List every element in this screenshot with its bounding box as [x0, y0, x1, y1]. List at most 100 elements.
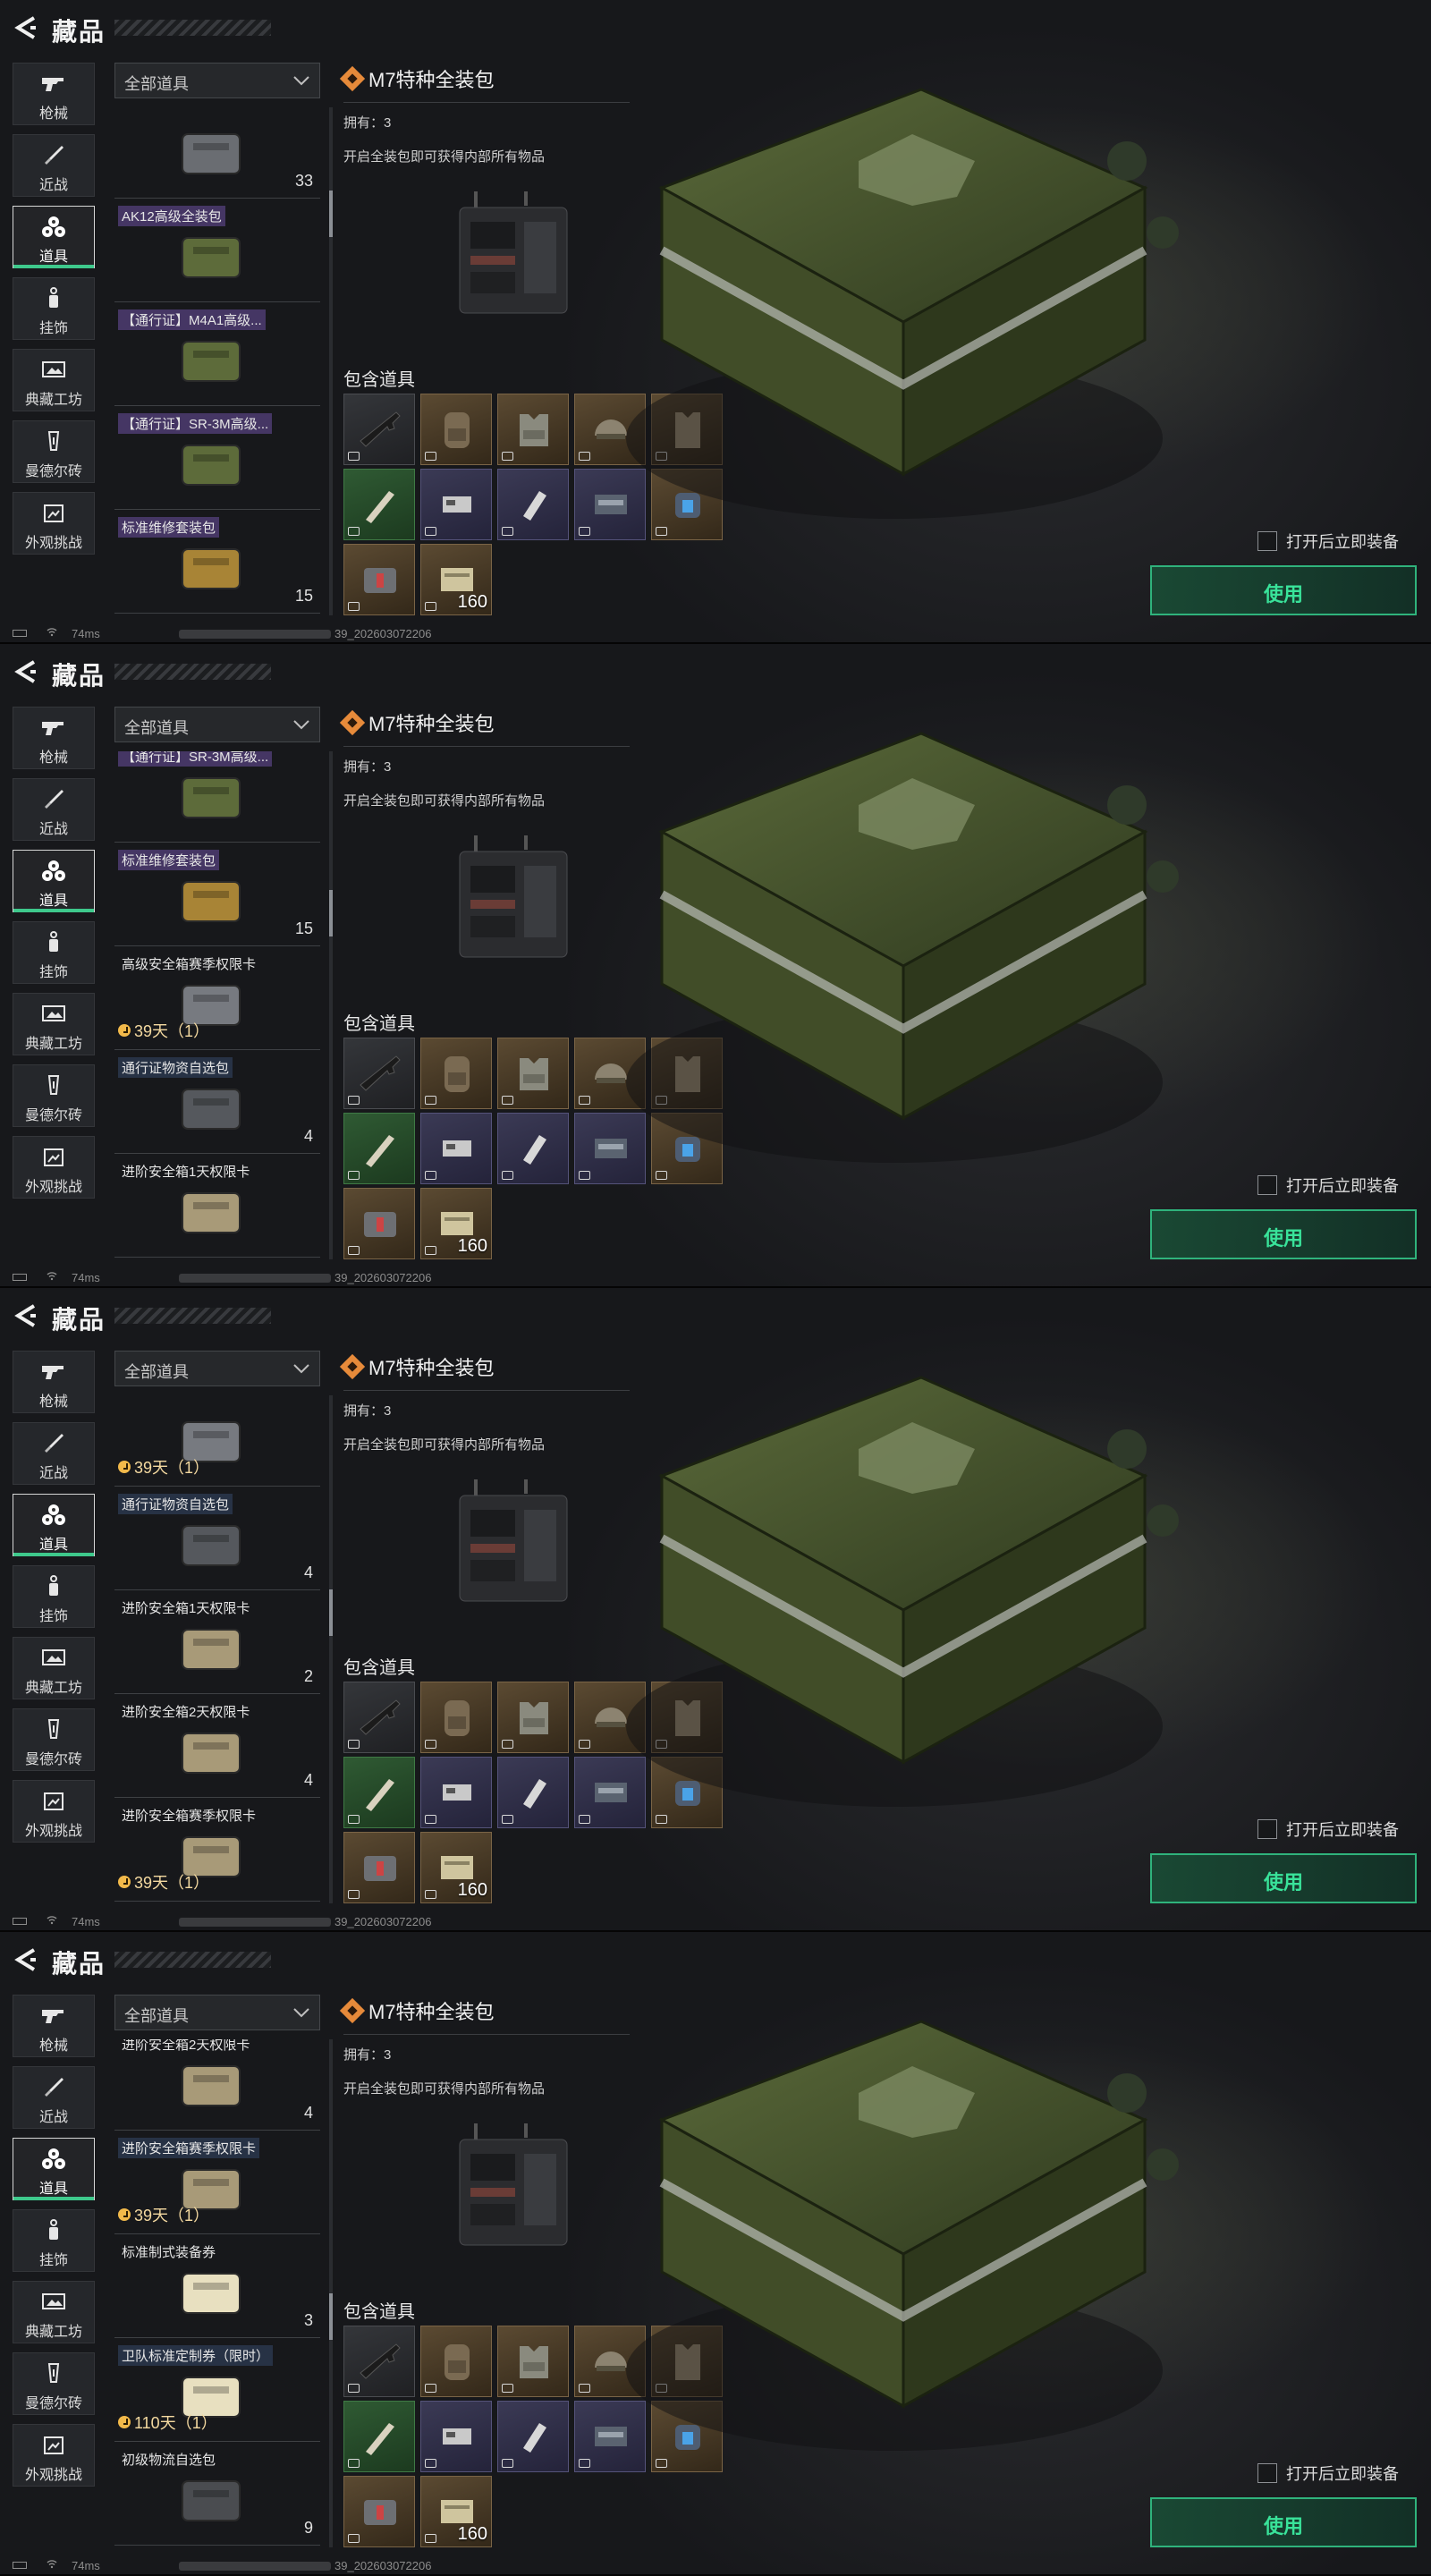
- item-list[interactable]: 【通行证】SR-3M高级... 标准维修套装包 15 高级安全箱赛季权限卡 39天…: [114, 751, 320, 1259]
- content-item-medkit[interactable]: [343, 1188, 415, 1259]
- list-item[interactable]: 进阶安全箱1天权限卡: [114, 1157, 320, 1258]
- list-item[interactable]: 初级物流自选包 9: [114, 2445, 320, 2546]
- category-tab-7[interactable]: 外观挑战: [13, 2424, 95, 2487]
- category-tab-1[interactable]: 枪械: [13, 1995, 95, 2057]
- content-item-chest-rig[interactable]: [497, 1038, 569, 1109]
- back-button[interactable]: [13, 1945, 43, 1975]
- content-item-ammo[interactable]: 160: [420, 1188, 492, 1259]
- content-item-medkit[interactable]: [343, 1832, 415, 1903]
- content-item-syringe[interactable]: [343, 2401, 415, 2472]
- list-item[interactable]: 通行证物资自选包 4: [114, 1490, 320, 1590]
- use-button[interactable]: 使用: [1150, 565, 1417, 615]
- item-list-scrollbar[interactable]: [329, 751, 333, 1259]
- category-tab-7[interactable]: 外观挑战: [13, 1136, 95, 1199]
- list-item[interactable]: 进阶安全箱1天权限卡 2: [114, 1594, 320, 1694]
- content-item-chest-rig[interactable]: [497, 2326, 569, 2397]
- auto-equip-checkbox[interactable]: [1257, 1819, 1277, 1839]
- category-tab-7[interactable]: 外观挑战: [13, 1780, 95, 1843]
- category-tab-6[interactable]: 曼德尔砖: [13, 2352, 95, 2415]
- content-item-ammo-box[interactable]: [420, 1757, 492, 1828]
- list-item[interactable]: 高级安全箱赛季权限卡 39天（1）: [114, 950, 320, 1050]
- content-item-ammo-box[interactable]: [420, 2401, 492, 2472]
- list-item[interactable]: 进阶安全箱2天权限卡 4: [114, 1698, 320, 1798]
- category-tab-5[interactable]: 典藏工坊: [13, 993, 95, 1055]
- item-list[interactable]: 进阶安全箱2天权限卡 4 进阶安全箱赛季权限卡 39天（1） 标准制式装备券 3 卫队…: [114, 2039, 320, 2547]
- content-item-bandage[interactable]: [497, 2401, 569, 2472]
- list-item[interactable]: 进阶安全箱赛季权限卡 39天（1）: [114, 2134, 320, 2234]
- item-filter-dropdown[interactable]: 全部道具: [114, 707, 320, 742]
- list-item[interactable]: 进阶安全箱2天权限卡 4: [114, 2039, 320, 2131]
- category-tab-3[interactable]: 道具: [13, 850, 95, 912]
- content-item-ammo[interactable]: 160: [420, 544, 492, 615]
- category-tab-3[interactable]: 道具: [13, 206, 95, 268]
- content-item-ammo-box[interactable]: [420, 1113, 492, 1184]
- content-item-chest-rig[interactable]: [497, 394, 569, 465]
- content-item-backpack[interactable]: [420, 1682, 492, 1753]
- auto-equip-checkbox[interactable]: [1257, 2463, 1277, 2483]
- back-button[interactable]: [13, 1301, 43, 1331]
- content-item-rifle[interactable]: [343, 1682, 415, 1753]
- item-filter-dropdown[interactable]: 全部道具: [114, 63, 320, 98]
- list-item[interactable]: 标准维修套装包 15: [114, 513, 320, 614]
- list-item[interactable]: 进阶安全箱赛季权限卡 39天（1）: [114, 1801, 320, 1902]
- category-tab-4[interactable]: 挂饰: [13, 2209, 95, 2272]
- category-tab-4[interactable]: 挂饰: [13, 1565, 95, 1628]
- category-tab-1[interactable]: 枪械: [13, 707, 95, 769]
- category-tab-6[interactable]: 曼德尔砖: [13, 420, 95, 483]
- list-item[interactable]: 标准维修套装包 15: [114, 846, 320, 946]
- list-item[interactable]: AK12高级全装包: [114, 202, 320, 302]
- auto-equip-checkbox[interactable]: [1257, 1175, 1277, 1195]
- content-item-backpack[interactable]: [420, 2326, 492, 2397]
- item-list-scrollbar[interactable]: [329, 2039, 333, 2547]
- category-tab-3[interactable]: 道具: [13, 1494, 95, 1556]
- item-list[interactable]: 33 AK12高级全装包 【通行证】M4A1高级... 【通行证】SR-3M高级.…: [114, 107, 320, 615]
- back-button[interactable]: [13, 657, 43, 687]
- content-item-rifle[interactable]: [343, 394, 415, 465]
- use-button[interactable]: 使用: [1150, 1853, 1417, 1903]
- content-item-chest-rig[interactable]: [497, 1682, 569, 1753]
- content-item-bandage[interactable]: [497, 1757, 569, 1828]
- auto-equip-toggle[interactable]: 打开后立即装备: [1257, 530, 1399, 553]
- auto-equip-toggle[interactable]: 打开后立即装备: [1257, 1174, 1399, 1197]
- auto-equip-toggle[interactable]: 打开后立即装备: [1257, 2462, 1399, 2485]
- content-item-medkit[interactable]: [343, 544, 415, 615]
- use-button[interactable]: 使用: [1150, 2497, 1417, 2547]
- category-tab-6[interactable]: 曼德尔砖: [13, 1064, 95, 1127]
- item-list[interactable]: 39天（1） 通行证物资自选包 4 进阶安全箱1天权限卡 2 进阶安全箱2天权限卡 4…: [114, 1395, 320, 1903]
- scrollbar-thumb[interactable]: [329, 889, 333, 936]
- item-list-scrollbar[interactable]: [329, 1395, 333, 1903]
- list-item[interactable]: 39天（1）: [114, 1395, 320, 1487]
- category-tab-2[interactable]: 近战: [13, 778, 95, 841]
- content-item-syringe[interactable]: [343, 469, 415, 540]
- content-item-medkit[interactable]: [343, 2476, 415, 2547]
- back-button[interactable]: [13, 13, 43, 43]
- category-tab-4[interactable]: 挂饰: [13, 277, 95, 340]
- auto-equip-checkbox[interactable]: [1257, 531, 1277, 551]
- content-item-bandage[interactable]: [497, 1113, 569, 1184]
- category-tab-7[interactable]: 外观挑战: [13, 492, 95, 555]
- category-tab-3[interactable]: 道具: [13, 2138, 95, 2200]
- item-filter-dropdown[interactable]: 全部道具: [114, 1995, 320, 2030]
- content-item-backpack[interactable]: [420, 394, 492, 465]
- use-button[interactable]: 使用: [1150, 1209, 1417, 1259]
- list-item[interactable]: 卫队标准定制券（限时） 110天（1）: [114, 2342, 320, 2442]
- list-item[interactable]: 【通行证】SR-3M高级...: [114, 751, 320, 843]
- category-tab-1[interactable]: 枪械: [13, 63, 95, 125]
- category-tab-2[interactable]: 近战: [13, 2066, 95, 2129]
- content-item-rifle[interactable]: [343, 2326, 415, 2397]
- scrollbar-thumb[interactable]: [329, 2292, 333, 2340]
- content-item-syringe[interactable]: [343, 1757, 415, 1828]
- content-item-backpack[interactable]: [420, 1038, 492, 1109]
- category-tab-5[interactable]: 典藏工坊: [13, 1637, 95, 1699]
- item-filter-dropdown[interactable]: 全部道具: [114, 1351, 320, 1386]
- category-tab-1[interactable]: 枪械: [13, 1351, 95, 1413]
- content-item-bandage[interactable]: [497, 469, 569, 540]
- content-item-rifle[interactable]: [343, 1038, 415, 1109]
- list-item[interactable]: 33: [114, 107, 320, 199]
- scrollbar-thumb[interactable]: [329, 190, 333, 237]
- category-tab-6[interactable]: 曼德尔砖: [13, 1708, 95, 1771]
- category-tab-2[interactable]: 近战: [13, 134, 95, 197]
- content-item-ammo[interactable]: 160: [420, 2476, 492, 2547]
- category-tab-2[interactable]: 近战: [13, 1422, 95, 1485]
- item-list-scrollbar[interactable]: [329, 107, 333, 615]
